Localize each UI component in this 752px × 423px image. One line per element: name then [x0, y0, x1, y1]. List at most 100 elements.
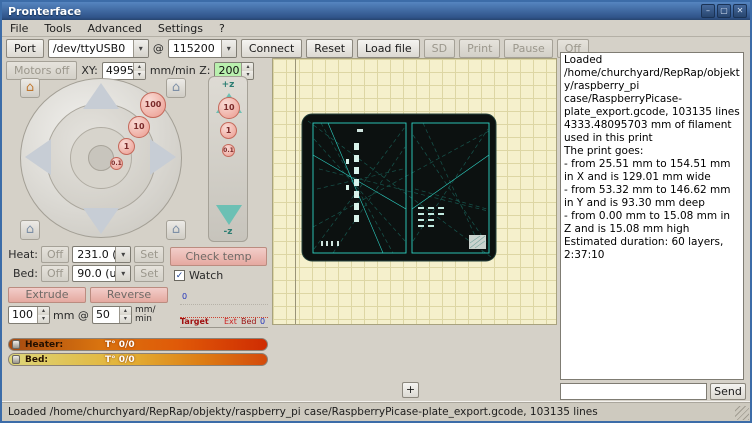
menu-help[interactable]: ?: [211, 21, 233, 36]
reset-button[interactable]: Reset: [306, 39, 353, 58]
heater-gauge-knob[interactable]: [12, 340, 20, 349]
spin-up-icon[interactable]: ▴: [134, 63, 145, 71]
watch-checkbox[interactable]: ✓: [174, 270, 185, 281]
z-distance-0.1[interactable]: 0.1: [222, 144, 235, 157]
chevron-down-icon[interactable]: ▾: [115, 247, 130, 262]
heater-gauge-slider[interactable]: Heater: T° 0/0: [8, 338, 268, 351]
home-z-icon[interactable]: ⌂: [166, 220, 186, 240]
stepper-arrows[interactable]: ▴▾: [37, 307, 49, 323]
extrude-speed-value: 50: [93, 307, 119, 323]
jog-plus-y-arrow-icon[interactable]: [83, 83, 119, 109]
spin-down-icon[interactable]: ▾: [120, 315, 131, 323]
send-button[interactable]: Send: [710, 383, 746, 400]
bed-row: Bed: Off 90.0 (u ▾ Set: [8, 265, 164, 282]
pause-button[interactable]: Pause: [504, 39, 552, 58]
log-line: The print goes:: [564, 145, 740, 158]
window-title: Pronterface: [2, 5, 81, 18]
bed-gauge-value: T° 0/0: [105, 355, 135, 365]
print-button[interactable]: Print: [459, 39, 500, 58]
log-output[interactable]: Loaded /home/churchyard/RepRap/objekty/r…: [560, 52, 744, 380]
gcode-plate-render: [273, 59, 556, 324]
stepper-arrows[interactable]: ▴▾: [119, 307, 131, 323]
maximize-icon[interactable]: ▢: [717, 4, 731, 18]
z-down-arrow-icon[interactable]: [216, 205, 242, 225]
chevron-down-icon[interactable]: ▾: [133, 40, 148, 57]
xy-distance-10[interactable]: 10: [128, 116, 150, 138]
heat-temp-value: 231.0 (: [73, 247, 115, 262]
z-distance-1[interactable]: 1: [220, 122, 237, 139]
log-line: - from 53.32 mm to 146.62 mm in Y and is…: [564, 184, 740, 210]
heater-gauge-label: Heater:: [25, 340, 63, 350]
spin-up-icon[interactable]: ▴: [120, 307, 131, 315]
menu-file[interactable]: File: [2, 21, 36, 36]
mm-at-label: mm @: [53, 309, 89, 322]
zoom-in-button[interactable]: +: [402, 382, 419, 398]
reverse-button[interactable]: Reverse: [90, 287, 168, 303]
jog-plus-x-arrow-icon[interactable]: [150, 139, 176, 175]
xy-distance-100[interactable]: 100: [140, 92, 166, 118]
menubar: File Tools Advanced Settings ?: [2, 20, 750, 37]
watch-control: ✓ Watch: [174, 269, 223, 282]
minus-z-label: -z: [209, 227, 247, 237]
bed-off-button[interactable]: Off: [41, 265, 69, 282]
xy-jog-pad: ⌂ ⌂ ⌂ ⌂ 100 10 1 0.1: [18, 76, 188, 242]
graph-zero-right: 0: [260, 318, 265, 326]
minimize-icon[interactable]: –: [701, 4, 715, 18]
spin-up-icon[interactable]: ▴: [242, 63, 253, 71]
bed-temp-combo[interactable]: 90.0 (u ▾: [72, 265, 131, 282]
viewer-axis-line: [295, 59, 296, 324]
bed-gauge-label: Bed:: [25, 355, 48, 365]
xy-distance-1[interactable]: 1: [118, 138, 135, 155]
bed-gauge-slider[interactable]: Bed: T° 0/0: [8, 353, 268, 366]
menu-settings[interactable]: Settings: [150, 21, 211, 36]
graph-ext-label: Ext: [224, 318, 237, 326]
bed-temp-value: 90.0 (u: [73, 266, 115, 281]
z-distance-10[interactable]: 10: [218, 97, 240, 119]
connect-button[interactable]: Connect: [241, 39, 302, 58]
home-x-icon[interactable]: ⌂: [20, 220, 40, 240]
baud-combo-value: 115200: [169, 40, 221, 57]
chevron-down-icon[interactable]: ▾: [115, 266, 130, 281]
statusbar: Loaded /home/churchyard/RepRap/objekty/r…: [2, 401, 750, 421]
port-combo[interactable]: /dev/ttyUSB0 ▾: [48, 39, 149, 58]
spin-down-icon[interactable]: ▾: [38, 315, 49, 323]
at-label: @: [153, 42, 164, 55]
heater-gauge-value: T° 0/0: [105, 340, 135, 350]
gcode-viewer-canvas[interactable]: [272, 58, 557, 325]
menu-tools[interactable]: Tools: [36, 21, 79, 36]
bed-set-button[interactable]: Set: [134, 265, 164, 282]
menu-advanced[interactable]: Advanced: [80, 21, 150, 36]
port-button[interactable]: Port: [6, 39, 44, 58]
z-jog-strip: +z 10 1 0.1 -z: [208, 76, 248, 242]
pronterface-window: Pronterface – ▢ ✕ File Tools Advanced Se…: [0, 0, 752, 423]
jog-minus-y-arrow-icon[interactable]: [83, 208, 119, 234]
window-controls: – ▢ ✕: [701, 4, 747, 18]
resize-grip[interactable]: [735, 406, 749, 420]
extrude-button[interactable]: Extrude: [8, 287, 86, 303]
heat-off-button[interactable]: Off: [41, 246, 69, 263]
graph-target-label: Target: [180, 318, 209, 326]
heat-set-button[interactable]: Set: [134, 246, 164, 263]
xy-distance-0.1[interactable]: 0.1: [110, 157, 123, 170]
extrude-amount-stepper[interactable]: 100 ▴▾: [8, 306, 50, 324]
log-line: Loaded /home/churchyard/RepRap/objekty/r…: [564, 54, 740, 119]
home-y-icon[interactable]: ⌂: [166, 78, 186, 98]
graph-gridline: [180, 304, 268, 305]
load-file-button[interactable]: Load file: [357, 39, 420, 58]
baud-combo[interactable]: 115200 ▾: [168, 39, 237, 58]
toolbar: Port /dev/ttyUSB0 ▾ @ 115200 ▾ Connect R…: [6, 39, 589, 58]
jog-minus-x-arrow-icon[interactable]: [25, 139, 51, 175]
check-temp-button[interactable]: Check temp: [170, 247, 267, 266]
log-line: - from 25.51 mm to 154.51 mm in X and is…: [564, 158, 740, 184]
extrude-amount-value: 100: [9, 307, 37, 323]
extrude-speed-stepper[interactable]: 50 ▴▾: [92, 306, 132, 324]
bed-gauge-knob[interactable]: [12, 355, 20, 364]
heat-temp-combo[interactable]: 231.0 ( ▾: [72, 246, 131, 263]
home-all-icon[interactable]: ⌂: [20, 78, 40, 98]
sd-button[interactable]: SD: [424, 39, 455, 58]
command-input[interactable]: [560, 383, 707, 400]
titlebar[interactable]: Pronterface – ▢ ✕: [2, 2, 750, 20]
close-icon[interactable]: ✕: [733, 4, 747, 18]
chevron-down-icon[interactable]: ▾: [221, 40, 236, 57]
spin-up-icon[interactable]: ▴: [38, 307, 49, 315]
